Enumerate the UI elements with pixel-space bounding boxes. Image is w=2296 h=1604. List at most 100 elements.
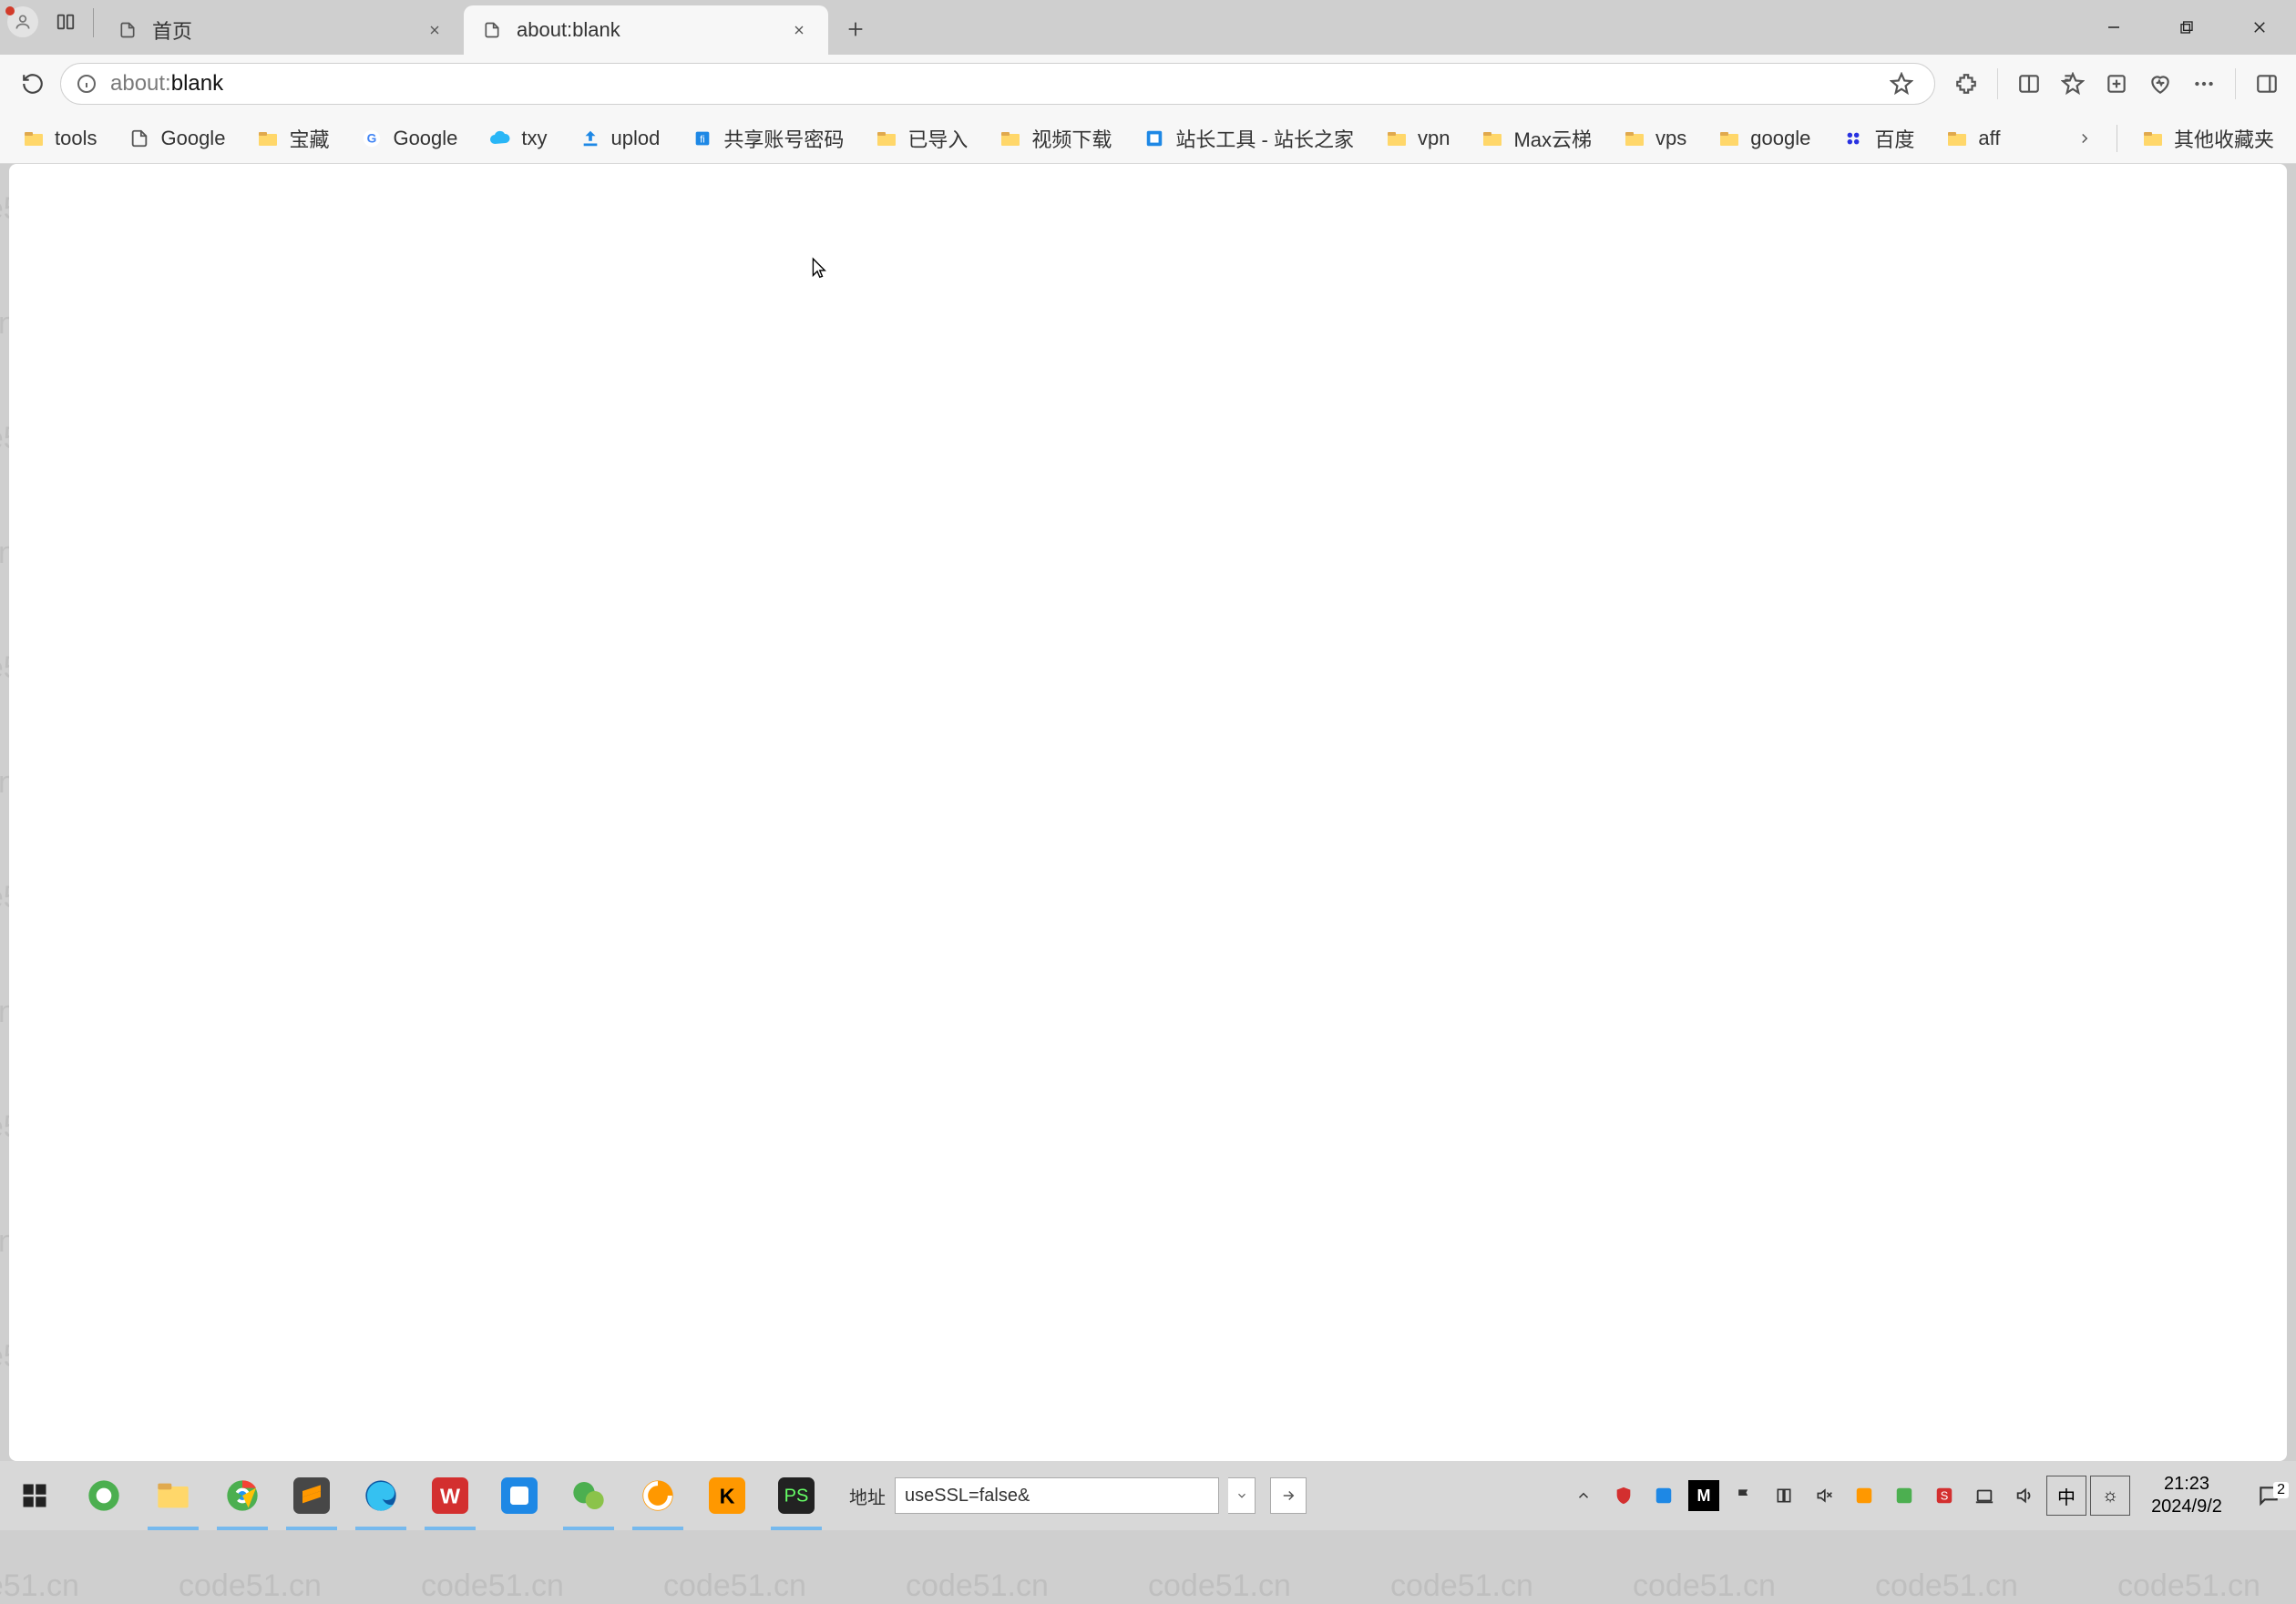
tray-app-m-icon[interactable]: M bbox=[1688, 1480, 1719, 1511]
bookmark-label: 视频下载 bbox=[1031, 124, 1112, 153]
svg-text:K: K bbox=[720, 1484, 735, 1507]
bookmark-item[interactable]: G Google bbox=[353, 123, 465, 154]
address-bar[interactable]: about:blank bbox=[60, 63, 1935, 105]
tray-s-icon[interactable]: S bbox=[1924, 1461, 1964, 1530]
tray-overflow-button[interactable] bbox=[1563, 1461, 1604, 1530]
bookmark-item[interactable]: 站长工具 - 站长之家 bbox=[1135, 120, 1361, 157]
bookmark-item[interactable]: 百度 bbox=[1834, 120, 1922, 157]
url-scheme: about: bbox=[110, 71, 171, 96]
bookmark-item[interactable]: tools bbox=[15, 123, 104, 154]
bookmark-item[interactable]: txy bbox=[481, 123, 554, 154]
taskbar-app-orange-swirl[interactable] bbox=[623, 1461, 692, 1530]
bookmark-item[interactable]: vps bbox=[1615, 123, 1694, 154]
maximize-button[interactable] bbox=[2150, 0, 2223, 55]
tab-about-blank[interactable]: about:blank bbox=[464, 5, 828, 55]
ime-language-button[interactable]: 中 bbox=[2046, 1476, 2086, 1516]
taskbar-address-go[interactable] bbox=[1270, 1477, 1307, 1514]
tab-title: about:blank bbox=[517, 18, 620, 42]
tray-network-icon[interactable] bbox=[1964, 1461, 2004, 1530]
page-icon bbox=[116, 18, 139, 42]
ime-mode-button[interactable]: ☼ bbox=[2090, 1476, 2130, 1516]
clock-date: 2024/9/2 bbox=[2136, 1496, 2238, 1518]
taskbar-app-wechat[interactable] bbox=[554, 1461, 623, 1530]
extensions-button[interactable] bbox=[1948, 66, 1984, 102]
refresh-button[interactable] bbox=[11, 62, 55, 106]
bookmark-label: txy bbox=[521, 127, 547, 150]
tray-security-icon[interactable] bbox=[1604, 1461, 1644, 1530]
taskbar-app-chrome[interactable] bbox=[208, 1461, 277, 1530]
profile-button[interactable] bbox=[7, 6, 38, 37]
svg-text:W: W bbox=[440, 1484, 460, 1507]
minimize-button[interactable] bbox=[2077, 0, 2150, 55]
tray-volume-icon[interactable] bbox=[2004, 1461, 2045, 1530]
page-icon bbox=[128, 127, 151, 150]
browser-essentials-button[interactable] bbox=[2142, 66, 2178, 102]
cursor-icon bbox=[807, 257, 827, 282]
close-window-button[interactable] bbox=[2223, 0, 2296, 55]
more-button[interactable] bbox=[2186, 66, 2222, 102]
sidebar-toggle-button[interactable] bbox=[2249, 66, 2285, 102]
bookmark-item[interactable]: aff bbox=[1938, 123, 2007, 154]
favorite-button[interactable] bbox=[1883, 66, 1920, 102]
action-center-button[interactable]: 2 bbox=[2241, 1484, 2296, 1507]
svg-text:S: S bbox=[1941, 1489, 1949, 1503]
bookmark-item[interactable]: google bbox=[1710, 123, 1818, 154]
bookmark-other-folder[interactable]: 其他收藏夹 bbox=[2134, 120, 2281, 157]
bookmark-item[interactable]: Google bbox=[120, 123, 232, 154]
taskbar-app-explorer[interactable] bbox=[138, 1461, 208, 1530]
bookmark-label: Max云梯 bbox=[1513, 124, 1592, 153]
taskbar-address-input[interactable]: useSSL=false& bbox=[895, 1477, 1219, 1514]
bookmark-item[interactable]: vpn bbox=[1378, 123, 1457, 154]
tab-actions-button[interactable] bbox=[49, 5, 82, 38]
site-info-icon[interactable] bbox=[76, 73, 97, 95]
page-viewport bbox=[9, 164, 2287, 1461]
collections-button[interactable] bbox=[2098, 66, 2135, 102]
bookmark-item[interactable]: 视频下载 bbox=[991, 120, 1119, 157]
bookmark-label: Google bbox=[160, 127, 225, 150]
taskbar-clock[interactable]: 21:23 2024/9/2 bbox=[2132, 1467, 2241, 1524]
bookmark-label: 共享账号密码 bbox=[723, 124, 844, 153]
taskbar-app-sublime[interactable] bbox=[277, 1461, 346, 1530]
bookmark-item[interactable]: fi共享账号密码 bbox=[683, 120, 851, 157]
cloud-icon bbox=[488, 127, 512, 150]
folder-icon bbox=[999, 127, 1022, 150]
taskbar-app-360[interactable] bbox=[69, 1461, 138, 1530]
tray-orange-icon[interactable] bbox=[1844, 1461, 1884, 1530]
g-icon-icon: G bbox=[360, 127, 384, 150]
close-icon[interactable] bbox=[786, 17, 812, 43]
taskbar-address-label: 地址 bbox=[849, 1483, 886, 1509]
tray-mute-icon[interactable] bbox=[1804, 1461, 1844, 1530]
bookmark-item[interactable]: 宝藏 bbox=[249, 120, 336, 157]
bookmark-label: 百度 bbox=[1874, 124, 1914, 153]
taskbar-address-dropdown[interactable] bbox=[1228, 1477, 1256, 1514]
taskbar-app-generic-blue[interactable] bbox=[485, 1461, 554, 1530]
start-button[interactable] bbox=[0, 1461, 69, 1530]
tray-green-icon[interactable] bbox=[1884, 1461, 1924, 1530]
notification-badge: 2 bbox=[2273, 1482, 2289, 1498]
bookmark-label: Google bbox=[393, 127, 457, 150]
tab-title: 首页 bbox=[152, 15, 192, 45]
bookmark-item[interactable]: Max云梯 bbox=[1473, 120, 1599, 157]
tray-flag-icon[interactable] bbox=[1724, 1461, 1764, 1530]
split-screen-button[interactable] bbox=[2011, 66, 2047, 102]
tray-app-blue-icon[interactable] bbox=[1644, 1461, 1684, 1530]
bookmark-label: tools bbox=[55, 127, 97, 150]
taskbar-app-orange-k[interactable]: K bbox=[692, 1461, 762, 1530]
bookmark-overflow-button[interactable] bbox=[2069, 127, 2100, 150]
bookmark-label: 宝藏 bbox=[289, 124, 329, 153]
close-icon[interactable] bbox=[422, 17, 447, 43]
tray-book-icon[interactable] bbox=[1764, 1461, 1804, 1530]
taskbar-app-terminal[interactable]: PS bbox=[762, 1461, 831, 1530]
folder-icon bbox=[1717, 127, 1741, 150]
bookmark-item[interactable]: uplod bbox=[571, 123, 668, 154]
taskbar-app-edge[interactable] bbox=[346, 1461, 415, 1530]
titlebar: 首页 about:blank bbox=[0, 0, 2296, 55]
new-tab-button[interactable] bbox=[834, 7, 877, 51]
separator bbox=[1997, 68, 1998, 99]
tab-home[interactable]: 首页 bbox=[99, 5, 464, 55]
taskbar-app-wps[interactable]: W bbox=[415, 1461, 485, 1530]
favorites-list-button[interactable] bbox=[2055, 66, 2091, 102]
bookmark-item[interactable]: 已导入 bbox=[867, 120, 975, 157]
tab-strip: 首页 about:blank bbox=[99, 0, 877, 55]
bookmark-label: vps bbox=[1655, 127, 1686, 150]
